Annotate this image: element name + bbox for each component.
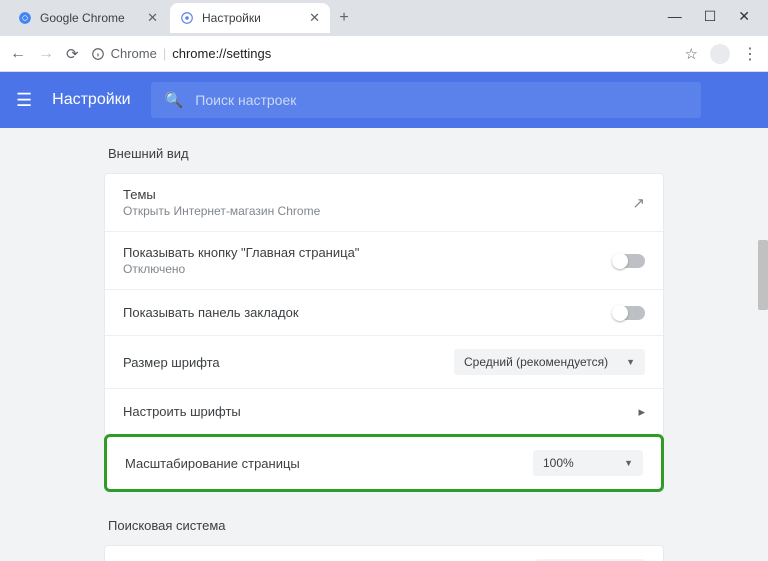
maximize-button[interactable]: ☐ <box>704 8 717 25</box>
address-protocol: Chrome <box>111 46 157 61</box>
window-controls: — ☐ ✕ <box>668 8 750 25</box>
row-sublabel: Открыть Интернет-магазин Chrome <box>123 204 632 218</box>
address-bar[interactable]: Chrome | chrome://settings <box>91 46 673 61</box>
info-icon <box>91 47 105 61</box>
select-page-zoom[interactable]: 100% ▼ <box>533 450 643 476</box>
row-default-search: Поисковая система, используемая в адресн… <box>105 546 663 561</box>
avatar[interactable] <box>710 44 730 64</box>
search-engine-card: Поисковая система, используемая в адресн… <box>104 545 664 561</box>
row-customize-fonts[interactable]: Настроить шрифты ▸ <box>105 389 663 435</box>
select-font-size[interactable]: Средний (рекомендуется) ▼ <box>454 349 645 375</box>
search-box[interactable]: 🔍 <box>151 82 701 118</box>
row-bookmarks-bar: Показывать панель закладок <box>105 290 663 336</box>
chevron-right-icon: ▸ <box>638 404 645 420</box>
select-value: Средний (рекомендуется) <box>464 355 608 369</box>
chevron-down-icon: ▼ <box>626 357 635 367</box>
row-label: Показывать кнопку "Главная страница" <box>123 245 613 260</box>
appearance-card: Темы Открыть Интернет-магазин Chrome ↗ П… <box>104 173 664 492</box>
menu-icon[interactable]: ⋮ <box>742 44 758 64</box>
tab-settings[interactable]: Настройки ✕ <box>170 3 330 33</box>
address-separator: | <box>163 46 166 61</box>
section-appearance: Внешний вид <box>108 146 664 161</box>
new-tab-button[interactable]: + <box>332 9 356 27</box>
row-label: Настроить шрифты <box>123 404 638 419</box>
row-label: Показывать панель закладок <box>123 305 613 320</box>
close-icon[interactable]: ✕ <box>309 10 320 26</box>
settings-header: ☰ Настройки 🔍 <box>0 72 768 128</box>
search-icon: 🔍 <box>165 91 184 109</box>
close-icon[interactable]: ✕ <box>147 10 158 26</box>
chrome-icon <box>18 11 32 25</box>
external-link-icon: ↗ <box>632 194 645 212</box>
address-path: chrome://settings <box>172 46 271 61</box>
scrollbar[interactable] <box>758 240 768 310</box>
row-page-zoom: Масштабирование страницы 100% ▼ <box>104 434 664 492</box>
row-home-button: Показывать кнопку "Главная страница" Отк… <box>105 232 663 290</box>
tab-title: Настройки <box>202 11 261 25</box>
back-button[interactable]: ← <box>10 45 26 63</box>
search-input[interactable] <box>195 92 686 108</box>
tab-title: Google Chrome <box>40 11 125 25</box>
row-themes[interactable]: Темы Открыть Интернет-магазин Chrome ↗ <box>105 174 663 232</box>
gear-icon <box>180 11 194 25</box>
close-button[interactable]: ✕ <box>738 8 750 25</box>
select-value: 100% <box>543 456 574 470</box>
row-font-size: Размер шрифта Средний (рекомендуется) ▼ <box>105 336 663 389</box>
forward-button[interactable]: → <box>38 45 54 63</box>
page-title: Настройки <box>52 91 130 109</box>
section-search-engine: Поисковая система <box>108 518 664 533</box>
toggle-home-button[interactable] <box>613 254 645 268</box>
reload-button[interactable]: ⟳ <box>66 45 79 63</box>
bookmark-star-icon[interactable]: ☆ <box>685 45 698 63</box>
row-label: Масштабирование страницы <box>125 456 533 471</box>
content-area: Внешний вид Темы Открыть Интернет-магази… <box>0 128 768 561</box>
row-sublabel: Отключено <box>123 262 613 276</box>
chevron-down-icon: ▼ <box>624 458 633 468</box>
row-label: Размер шрифта <box>123 355 454 370</box>
hamburger-icon[interactable]: ☰ <box>16 90 32 111</box>
tabs-bar: Google Chrome ✕ Настройки ✕ + <box>0 0 768 36</box>
toggle-bookmarks-bar[interactable] <box>613 306 645 320</box>
minimize-button[interactable]: — <box>668 8 682 25</box>
row-label: Темы <box>123 187 632 202</box>
tab-google-chrome[interactable]: Google Chrome ✕ <box>8 3 168 33</box>
toolbar: ← → ⟳ Chrome | chrome://settings ☆ ⋮ <box>0 36 768 72</box>
